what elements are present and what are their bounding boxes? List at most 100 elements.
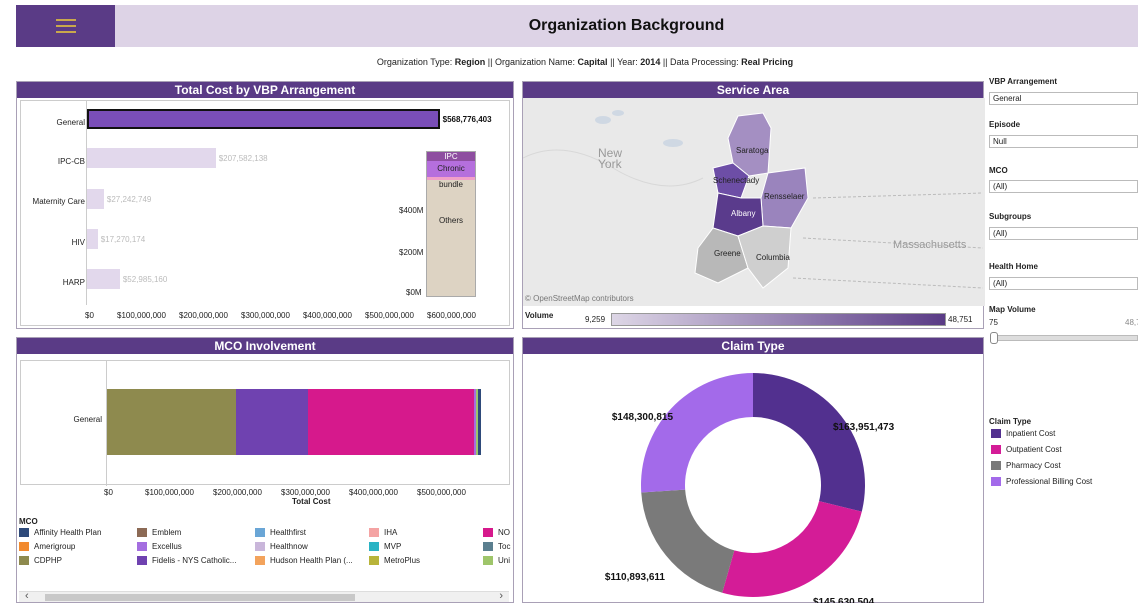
mco-segment-cdphp[interactable] [107,389,237,455]
label-greene: Greene [714,249,741,258]
mco-legend-item[interactable]: Uni [483,556,510,565]
total-cost-panel: Total Cost by VBP Arrangement General IP… [16,81,514,329]
legend-label: Affinity Health Plan [34,528,102,537]
scroll-right-icon[interactable]: › [499,590,503,602]
episode-select[interactable]: Null [989,135,1138,148]
legend-swatch [137,556,147,565]
mco-legend-item[interactable]: NO [483,528,510,537]
x-tick: $500,000,000 [417,488,466,497]
mco-legend-item[interactable]: Healthnow [255,542,308,551]
subgroups-select[interactable]: (All) [989,227,1138,240]
scroll-left-icon[interactable]: ‹ [25,590,29,602]
mco-legend-item[interactable]: Affinity Health Plan [19,528,101,537]
mco-legend-item[interactable]: Hudson Health Plan (... [255,556,353,565]
claim-type-donut: $163,951,473 $145,630,504 $110,893,611 $148… [605,373,895,603]
map-volume-slider-handle[interactable] [990,332,998,344]
legend-label: MetroPlus [384,556,421,565]
x-tick: $0 [104,488,113,497]
year-label: Year: [617,57,638,67]
mco-legend-item[interactable]: IHA [369,528,397,537]
mco-legend-title: MCO [19,517,38,526]
total-cost-title: Total Cost by VBP Arrangement [17,82,513,98]
x-tick: $100,000,000 [117,311,166,320]
volume-min: 9,259 [585,315,606,324]
mco-legend-item[interactable]: Fidelis - NYS Catholic... [137,556,236,565]
donut-value-label: $145,630,504 [813,597,875,603]
separator: || [487,57,493,67]
legend-swatch [137,528,147,537]
legend-outpatient[interactable]: Outpatient Cost [991,445,1062,454]
stack-tick: $400M [399,206,424,215]
map-volume-min: 75 [989,318,998,327]
mco-legend-item[interactable]: Amerigroup [19,542,75,551]
legend-label: IHA [384,528,398,537]
x-axis-title: Total Cost [292,497,331,506]
mco-legend-item[interactable]: Excellus [137,542,182,551]
mco-segment-no[interactable] [307,389,475,455]
organization-info: Organization Type: Region || Organizatio… [0,57,1138,67]
service-area-map[interactable]: New York Saratoga Schenectady Rensselaer… [523,98,985,306]
vbp-arrangement-select[interactable]: General [989,92,1138,105]
bar-harp[interactable] [87,269,120,289]
row-label-ipc-cb: IPC-CB [57,157,85,166]
legend-label: Pharmacy Cost [1006,461,1061,470]
org-name-label: Organization Name: [494,57,576,67]
donut-slice-inpatient-cost[interactable] [753,373,865,512]
stacked-total-bar: IPC Chronic bundle Others [426,151,476,297]
mco-legend-item[interactable]: CDPHP [19,556,62,565]
x-tick: $300,000,000 [241,311,290,320]
episode-label: Episode [989,120,1021,129]
legend-pharmacy[interactable]: Pharmacy Cost [991,461,1061,470]
x-tick: $200,000,000 [213,488,262,497]
mco-legend-item[interactable]: Toc [483,542,510,551]
map-volume-slider[interactable] [993,335,1138,341]
claim-type-legend-title: Claim Type [989,417,1032,426]
x-tick: $400,000,000 [349,488,398,497]
bar-general[interactable] [87,109,440,129]
legend-swatch [991,429,1001,438]
scrollbar-thumb[interactable] [45,594,355,601]
legend-swatch [483,542,493,551]
vbp-arrangement-label: VBP Arrangement [989,77,1058,86]
mco-segment-fidelis-nys-catholic-[interactable] [236,389,308,455]
legend-inpatient[interactable]: Inpatient Cost [991,429,1055,438]
x-tick: $500,000,000 [365,311,414,320]
mco-segment-affinity-health-plan[interactable] [477,389,482,455]
mco-row-label: General [73,415,102,424]
legend-label: Outpatient Cost [1006,445,1062,454]
x-tick: $300,000,000 [281,488,330,497]
horizontal-scrollbar[interactable]: ‹ › [19,590,509,602]
map-attribution: © OpenStreetMap contributors [525,294,634,303]
mco-chart-area: General [20,360,510,486]
mco-legend-item[interactable]: Healthfirst [255,528,306,537]
legend-swatch [255,542,265,551]
bar-value-label: $27,242,749 [106,195,152,204]
donut-slice-professional-billing-cost[interactable] [641,373,753,493]
stack-segment-others: Others [427,180,475,296]
bar-maternity-care[interactable] [87,189,104,209]
label-columbia: Columbia [756,253,790,262]
legend-label: MVP [384,542,402,551]
label-saratoga: Saratoga [736,146,769,155]
legend-professional-billing[interactable]: Professional Billing Cost [991,477,1092,486]
donut-slice-outpatient-cost[interactable] [722,501,862,597]
health-home-label: Health Home [989,262,1038,271]
health-home-select[interactable]: (All) [989,277,1138,290]
total-cost-bars: $568,776,403 $207,582,138 $27,242,749 $17,2… [87,101,492,311]
menu-button[interactable] [16,5,115,47]
mco-legend-item[interactable]: MVP [369,542,401,551]
mco-legend-item[interactable]: Emblem [137,528,181,537]
volume-max: 48,751 [948,315,973,324]
legend-label: Hudson Health Plan (... [270,556,353,565]
legend-swatch [369,528,379,537]
mco-involvement-panel: MCO Involvement General $0 $100,000,000 … [16,337,514,603]
bar-ipc-cb[interactable] [87,148,216,168]
legend-swatch [19,556,29,565]
mco-select[interactable]: (All) [989,180,1138,193]
bar-value-label: $207,582,138 [218,154,268,163]
row-label-harp: HARP [62,278,85,287]
mco-legend-item[interactable]: MetroPlus [369,556,420,565]
map-svg [523,98,985,306]
bar-hiv[interactable] [87,229,98,249]
stack-segment-ipc: IPC [427,152,475,161]
